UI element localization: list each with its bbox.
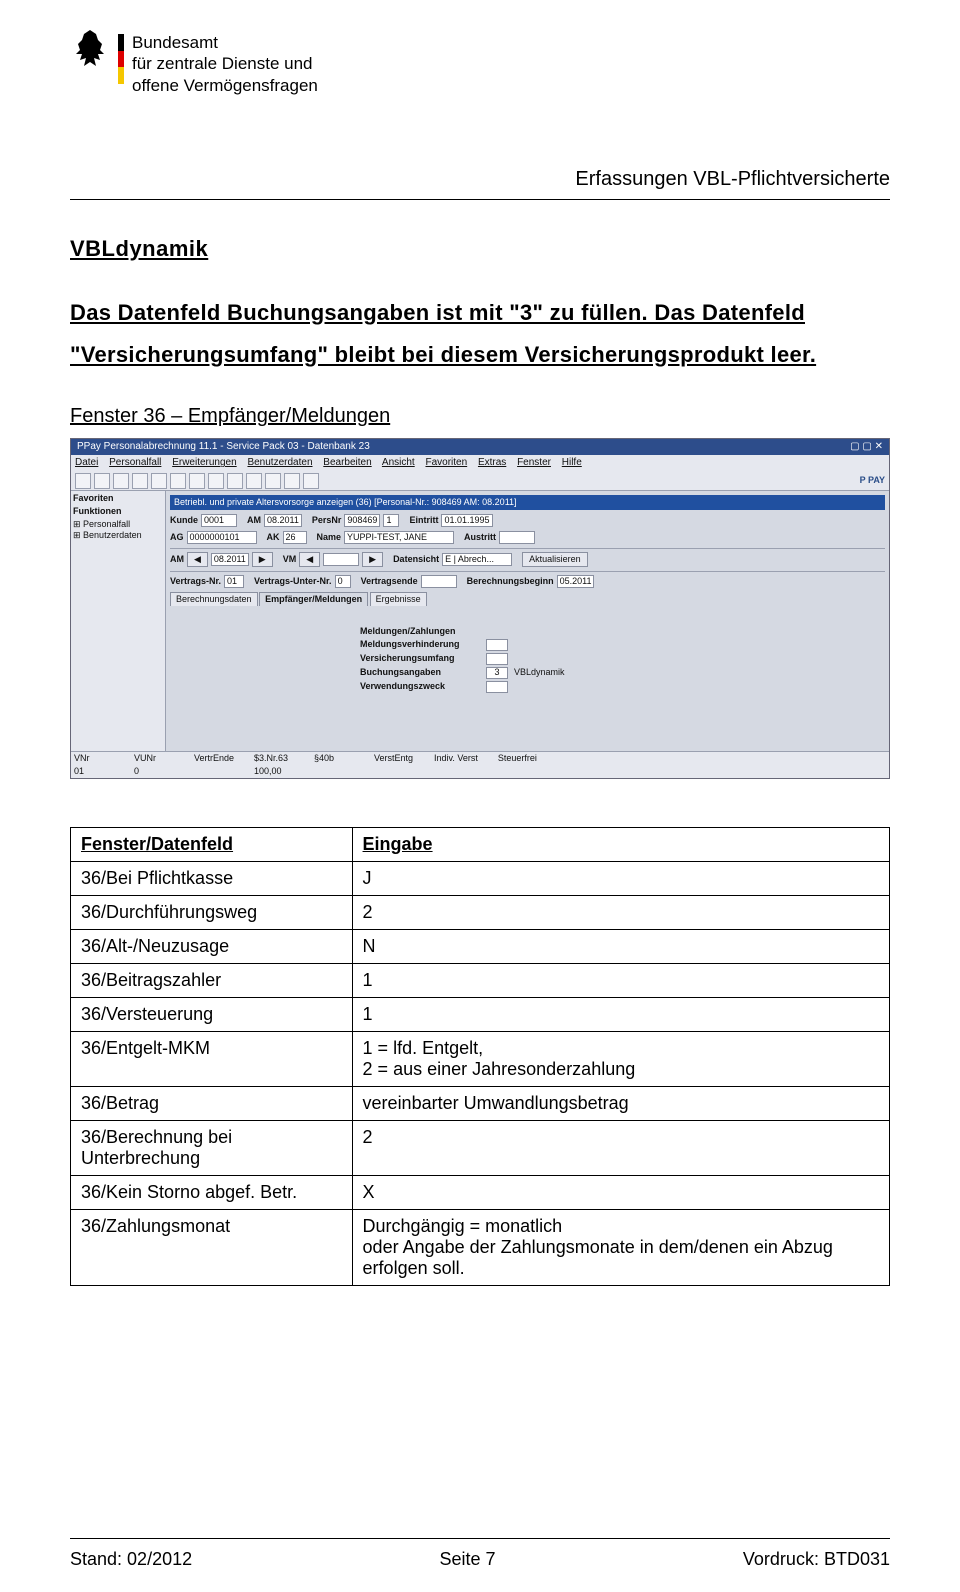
brand-label: P PAY (860, 475, 885, 486)
eintritt-field[interactable]: 01.01.1995 (441, 514, 492, 527)
austritt-field[interactable] (499, 531, 535, 544)
toolbar-button-icon[interactable] (75, 473, 91, 489)
footer-vordruck: Vordruck: BTD031 (743, 1549, 890, 1570)
federal-eagle-icon (70, 28, 110, 72)
table-row: 36/Kein Storno abgef. Betr.X (71, 1175, 890, 1209)
buchungsangaben-desc: VBLdynamik (514, 667, 565, 678)
toolbar-button-icon[interactable] (303, 473, 319, 489)
ak-field[interactable]: 26 (283, 531, 307, 544)
status-value-row: 01 0 100,00 (71, 765, 889, 778)
tab-ergebnisse[interactable]: Ergebnisse (370, 592, 427, 606)
toolbar-button-icon[interactable] (94, 473, 110, 489)
menu-item[interactable]: Fenster (517, 457, 551, 468)
app-screenshot: PPay Personalabrechnung 11.1 - Service P… (70, 438, 890, 779)
footer-stand: Stand: 02/2012 (70, 1549, 192, 1570)
left-nav: Favoriten Funktionen ⊞ Personalfall ⊞ Be… (71, 491, 166, 751)
prev-button[interactable]: ◀ (299, 552, 320, 567)
toolbar-button-icon[interactable] (151, 473, 167, 489)
page-header: Bundesamt für zentrale Dienste und offen… (70, 28, 890, 96)
table-header-left: Fenster/Datenfeld (71, 827, 353, 861)
menu-item[interactable]: Favoriten (425, 457, 467, 468)
menu-item[interactable]: Extras (478, 457, 506, 468)
menu-item[interactable]: Bearbeiten (323, 457, 371, 468)
table-row: 36/Berechnung bei Unterbrechung2 (71, 1120, 890, 1175)
buchungsangaben-field[interactable]: 3 (486, 667, 508, 679)
aktualisieren-button[interactable]: Aktualisieren (522, 552, 588, 567)
titlebar-text: PPay Personalabrechnung 11.1 - Service P… (77, 441, 370, 453)
toolbar-button-icon[interactable] (246, 473, 262, 489)
menubar: Datei Personalfall Erweiterungen Benutze… (71, 455, 889, 471)
verwendungszweck-field[interactable] (486, 681, 508, 693)
toolbar-button-icon[interactable] (265, 473, 281, 489)
nav-item[interactable]: ⊞ Benutzerdaten (73, 530, 163, 541)
tab-bar: Berechnungsdaten Empfänger/Meldungen Erg… (170, 592, 885, 606)
org-logo-block: Bundesamt für zentrale Dienste und offen… (70, 28, 318, 96)
window-caption: Betriebl. und private Altersvorsorge anz… (170, 495, 885, 510)
subheading: Fenster 36 – Empfänger/Meldungen (70, 405, 890, 428)
datensicht-select[interactable]: E | Abrech... (442, 553, 512, 566)
table-row: 36/Beitragszahler1 (71, 963, 890, 997)
table-row: 36/Versteuerung1 (71, 997, 890, 1031)
kunde-field[interactable]: 0001 (201, 514, 237, 527)
toolbar-button-icon[interactable] (189, 473, 205, 489)
next-button[interactable]: ▶ (362, 552, 383, 567)
status-header-row: VNr VUNr VertrEnde $3.Nr.63 §40b VerstEn… (71, 751, 889, 765)
versicherungsumfang-field[interactable] (486, 653, 508, 665)
am-field[interactable]: 08.2011 (264, 514, 302, 527)
menu-item[interactable]: Datei (75, 457, 98, 468)
german-flag-icon (118, 34, 124, 84)
menu-item[interactable]: Benutzerdaten (247, 457, 312, 468)
table-row: 36/Durchführungsweg2 (71, 895, 890, 929)
nav-group-funktionen[interactable]: Funktionen (73, 506, 163, 517)
persnr-field[interactable]: 908469 (344, 514, 380, 527)
berechnungsbeginn-field[interactable]: 05.2011 (557, 575, 595, 588)
menu-item[interactable]: Ansicht (382, 457, 415, 468)
toolbar-button-icon[interactable] (132, 473, 148, 489)
menu-item[interactable]: Personalfall (109, 457, 161, 468)
header-rule (70, 199, 890, 200)
next-button[interactable]: ▶ (252, 552, 273, 567)
footer-page: Seite 7 (439, 1549, 495, 1570)
tab-berechnungsdaten[interactable]: Berechnungsdaten (170, 592, 258, 606)
toolbar-button-icon[interactable] (208, 473, 224, 489)
page-footer: Stand: 02/2012 Seite 7 Vordruck: BTD031 (70, 1538, 890, 1570)
menu-item[interactable]: Erweiterungen (172, 457, 236, 468)
window-controls-icon: ▢ ▢ ✕ (850, 441, 883, 453)
persnr-suffix-field[interactable]: 1 (383, 514, 399, 527)
body-paragraph: Das Datenfeld Buchungsangaben ist mit "3… (70, 292, 890, 376)
table-header-right: Eingabe (352, 827, 889, 861)
doc-title: Erfassungen VBL-Pflichtversicherte (70, 168, 890, 191)
am-nav-field[interactable]: 08.2011 (211, 553, 249, 566)
toolbar-button-icon[interactable] (113, 473, 129, 489)
table-row: 36/Bei PflichtkasseJ (71, 861, 890, 895)
name-field[interactable]: YUPPI-TEST, JANE (344, 531, 454, 544)
toolbar-button-icon[interactable] (170, 473, 186, 489)
toolbar-button-icon[interactable] (284, 473, 300, 489)
meldungen-fields: Meldungen/Zahlungen Meldungsverhinderung… (360, 626, 885, 693)
tab-empfaenger-meldungen[interactable]: Empfänger/Meldungen (259, 592, 368, 606)
section-heading: VBLdynamik (70, 236, 890, 262)
table-row: 36/Betragvereinbarter Umwandlungsbetrag (71, 1086, 890, 1120)
org-name: Bundesamt für zentrale Dienste und offen… (132, 28, 318, 96)
ag-field[interactable]: 0000000101 (187, 531, 257, 544)
prev-button[interactable]: ◀ (187, 552, 208, 567)
nav-item[interactable]: ⊞ Personalfall (73, 519, 163, 530)
vm-field[interactable] (323, 553, 359, 566)
toolbar: P PAY (71, 471, 889, 491)
toolbar-button-icon[interactable] (227, 473, 243, 489)
titlebar: PPay Personalabrechnung 11.1 - Service P… (71, 439, 889, 455)
menu-item[interactable]: Hilfe (562, 457, 582, 468)
table-row: 36/ZahlungsmonatDurchgängig = monatlich … (71, 1209, 890, 1285)
field-table: Fenster/Datenfeld Eingabe 36/Bei Pflicht… (70, 827, 890, 1286)
table-row: 36/Entgelt-MKM1 = lfd. Entgelt, 2 = aus … (71, 1031, 890, 1086)
vertragsnr-field[interactable]: 01 (224, 575, 244, 588)
meldungsverhinderung-field[interactable] (486, 639, 508, 651)
vertrags-unternr-field[interactable]: 0 (335, 575, 351, 588)
vertragsende-field[interactable] (421, 575, 457, 588)
table-row: 36/Alt-/NeuzusageN (71, 929, 890, 963)
nav-group-favoriten[interactable]: Favoriten (73, 493, 163, 504)
